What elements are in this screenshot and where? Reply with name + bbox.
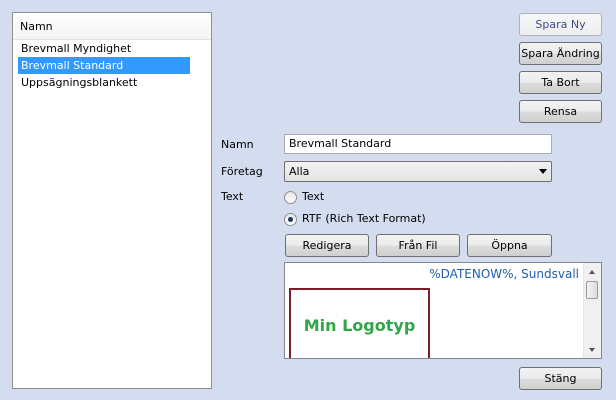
from-file-button[interactable]: Från Fil [376, 234, 460, 257]
rtf-preview[interactable]: %DATENOW%, Sundsvall Min Logotyp [284, 262, 602, 359]
scroll-up-icon[interactable] [589, 270, 595, 274]
template-list[interactable]: Namn Brevmall Myndighet Brevmall Standar… [12, 12, 212, 389]
company-select[interactable]: Alla [284, 161, 552, 182]
company-select-value: Alla [289, 165, 310, 178]
scroll-thumb[interactable] [586, 281, 598, 299]
radio-rtf[interactable] [284, 213, 297, 226]
list-item[interactable]: Brevmall Standard [18, 57, 190, 74]
radio-rtf-label[interactable]: RTF (Rich Text Format) [302, 212, 426, 225]
company-label: Företag [221, 165, 263, 178]
scroll-down-icon[interactable] [589, 348, 595, 352]
open-button[interactable]: Öppna [467, 234, 552, 257]
preview-logo-box: Min Logotyp [289, 288, 430, 358]
delete-button[interactable]: Ta Bort [519, 71, 602, 94]
preview-logo-text: Min Logotyp [303, 316, 416, 335]
clear-button[interactable]: Rensa [519, 100, 602, 123]
save-changes-button[interactable]: Spara Ändring [519, 42, 602, 65]
edit-button[interactable]: Redigera [285, 234, 369, 257]
list-column-header-label: Namn [20, 20, 53, 33]
list-item[interactable]: Uppsägningsblankett [18, 74, 190, 91]
preview-scrollbar[interactable] [583, 263, 601, 358]
name-input[interactable]: Brevmall Standard [284, 134, 552, 154]
name-label: Namn [221, 138, 254, 151]
save-new-button[interactable]: Spara Ny [519, 13, 602, 36]
close-button[interactable]: Stäng [519, 367, 602, 390]
radio-text[interactable] [284, 191, 297, 204]
preview-date-line: %DATENOW%, Sundsvall [429, 267, 579, 281]
text-label: Text [221, 190, 244, 203]
radio-text-label[interactable]: Text [302, 190, 324, 203]
list-column-header[interactable]: Namn [13, 13, 211, 40]
list-item[interactable]: Brevmall Myndighet [18, 40, 190, 57]
chevron-down-icon [539, 169, 547, 174]
